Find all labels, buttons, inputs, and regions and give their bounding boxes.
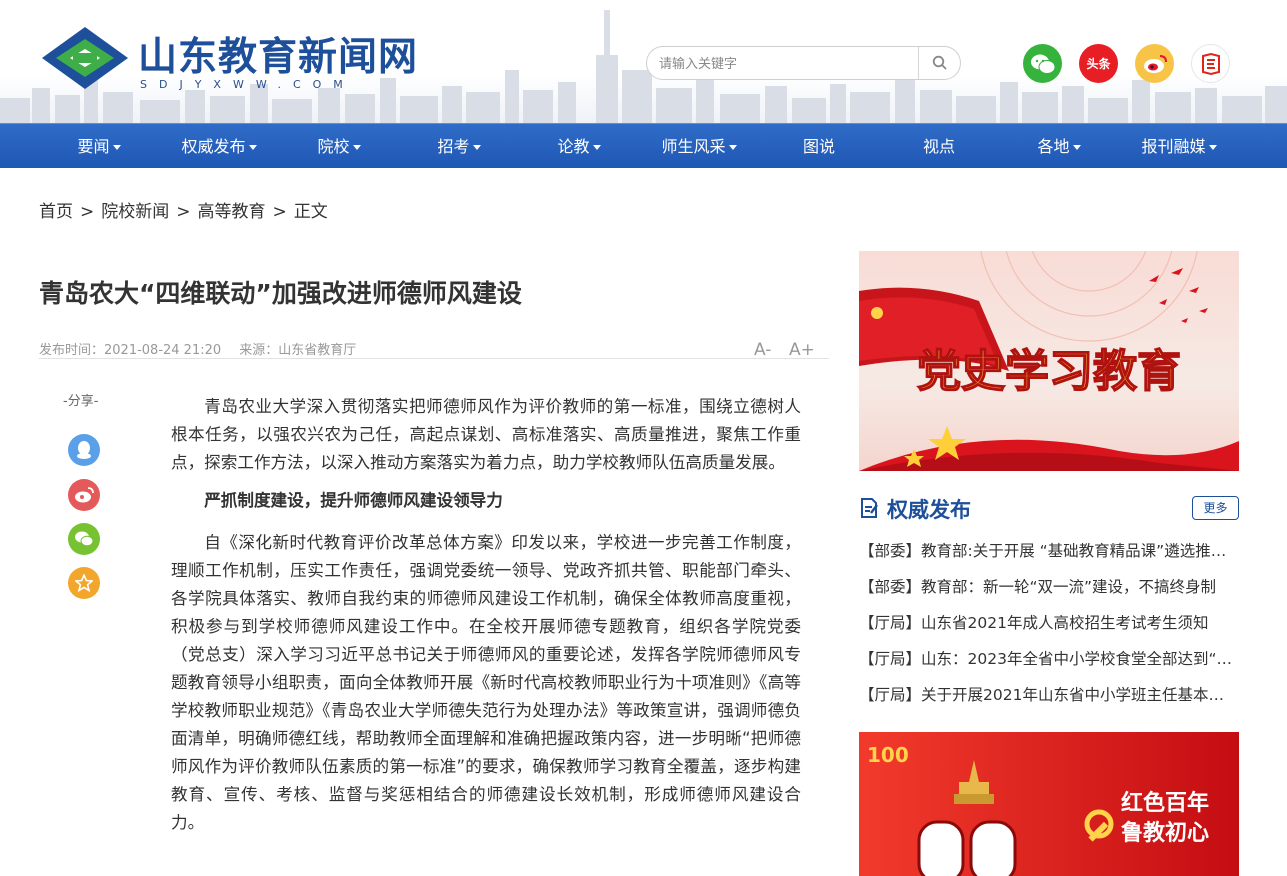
breadcrumb-higher-education[interactable]: 高等教育 <box>198 202 266 222</box>
caret-down-icon <box>112 145 121 150</box>
breadcrumb-current: 正文 <box>293 202 328 222</box>
site-title[interactable]: 山东教育新闻网 <box>138 26 418 82</box>
site-domain: SDJYXWW.COM <box>140 78 355 91</box>
publish-time: 发布时间：2021-08-24 21:20 <box>39 343 222 358</box>
wechat-icon <box>1030 54 1055 74</box>
party-history-banner-image: 党史学习教育 <box>859 251 1239 471</box>
toutiao-icon: 头条 <box>1086 57 1111 71</box>
article-meta: 发布时间：2021-08-24 21:20 来源：山东省教育厅 <box>39 339 370 358</box>
edit-note-icon <box>861 498 878 518</box>
section-title: 权威发布 <box>887 498 971 522</box>
caret-down-icon <box>1208 145 1217 150</box>
main-nav: 要闻 权威发布 院校 招考 论教 师生风采 图说 视点 各地 报刊融媒 <box>0 123 1287 168</box>
authority-news-list: 【部委】教育部:关于开展 “基础教育精品课”遴选推荐活动的通知 【部委】教育部：… <box>859 538 1239 718</box>
wechat-icon <box>75 531 94 547</box>
news-item[interactable]: 【部委】教育部:关于开展 “基础教育精品课”遴选推荐活动的通知 <box>859 538 1239 574</box>
news-item[interactable]: 【厅局】山东省2021年成人高校招生考试考生须知 <box>859 610 1239 646</box>
ebook-button[interactable] <box>1191 44 1230 83</box>
news-item[interactable]: 【厅局】关于开展2021年山东省中小学班主任基本功展示活动 <box>859 682 1239 718</box>
authority-release-header: 权威发布 更多 <box>859 493 1239 525</box>
nav-item-quanwei[interactable]: 权威发布 <box>159 124 279 169</box>
red-centennial-banner-image: 100 红色百年 鲁教初心 <box>859 732 1239 876</box>
nav-item-shisheng[interactable]: 师生风采 <box>639 124 759 169</box>
font-smaller-button[interactable]: A- <box>754 340 771 360</box>
caret-down-icon <box>728 145 737 150</box>
caret-down-icon <box>248 145 257 150</box>
wechat-button[interactable] <box>1023 44 1062 83</box>
share-label: -分享- <box>63 394 99 409</box>
more-button[interactable]: 更多 <box>1192 496 1239 520</box>
search-icon <box>932 55 947 70</box>
breadcrumb: 首页 > 院校新闻 > 高等教育 > 正文 <box>39 202 328 222</box>
caret-down-icon <box>592 145 601 150</box>
caret-down-icon <box>472 145 481 150</box>
meta-divider <box>39 358 829 359</box>
share-wechat-button[interactable] <box>68 523 100 555</box>
search-input[interactable] <box>659 54 909 74</box>
search-button[interactable] <box>918 47 960 79</box>
banner2-title: 红色百年 <box>1121 790 1209 816</box>
star-icon <box>75 574 93 592</box>
breadcrumb-home[interactable]: 首页 <box>39 202 73 222</box>
subheading: 严抓制度建设，提升师德师风建设领导力 <box>204 491 503 510</box>
article-title: 青岛农大“四维联动”加强改进师德师风建设 <box>39 279 522 308</box>
breadcrumb-school-news[interactable]: 院校新闻 <box>101 202 169 222</box>
caret-down-icon <box>352 145 361 150</box>
toutiao-button[interactable]: 头条 <box>1079 44 1118 83</box>
share-weibo-button[interactable] <box>68 479 100 511</box>
news-item[interactable]: 【部委】教育部：新一轮“双一流”建设，不搞终身制 <box>859 574 1239 610</box>
share-favorite-button[interactable] <box>68 567 100 599</box>
article-body: 青岛农业大学深入贯彻落实把师德师风作为评价教师的第一标准，围绕立德树人根本任务，… <box>171 393 801 847</box>
paragraph: 自《深化新时代教育评价改革总体方案》印发以来，学校进一步完善工作制度，理顺工作机… <box>171 533 801 832</box>
nav-item-yuanxiao[interactable]: 院校 <box>279 124 399 169</box>
search-box <box>646 46 961 80</box>
nav-item-shidian[interactable]: 视点 <box>879 124 999 169</box>
weibo-icon <box>75 487 94 503</box>
caret-down-icon <box>1072 145 1081 150</box>
paragraph: 青岛农业大学深入贯彻落实把师德师风作为评价教师的第一标准，围绕立德树人根本任务，… <box>171 397 801 472</box>
weibo-button[interactable] <box>1135 44 1174 83</box>
font-larger-button[interactable]: A+ <box>789 340 815 360</box>
banner2-subtitle: 鲁教初心 <box>1120 820 1209 846</box>
qq-icon <box>77 441 91 459</box>
badge-100: 100 <box>867 743 909 767</box>
site-logo-icon[interactable] <box>40 25 130 91</box>
epaper-icon <box>1201 52 1220 75</box>
party-history-banner[interactable]: 党史学习教育 <box>859 251 1239 471</box>
nav-item-tushuo[interactable]: 图说 <box>759 124 879 169</box>
article-source: 来源：山东省教育厅 <box>239 343 357 358</box>
weibo-icon <box>1143 54 1167 73</box>
nav-item-zhaokao[interactable]: 招考 <box>399 124 519 169</box>
banner-title: 党史学习教育 <box>917 346 1181 397</box>
nav-item-gedi[interactable]: 各地 <box>999 124 1119 169</box>
share-qq-button[interactable] <box>68 434 100 466</box>
red-centennial-banner[interactable]: 100 红色百年 鲁教初心 <box>859 732 1239 876</box>
nav-item-lunjiao[interactable]: 论教 <box>519 124 639 169</box>
news-item[interactable]: 【厅局】山东：2023年全省中小学校食堂全部达到“明厨亮灶” <box>859 646 1239 682</box>
nav-item-yaowen[interactable]: 要闻 <box>39 124 159 169</box>
nav-item-baokan[interactable]: 报刊融媒 <box>1119 124 1239 169</box>
site-header: 山东教育新闻网 SDJYXWW.COM 头条 <box>0 0 1287 123</box>
